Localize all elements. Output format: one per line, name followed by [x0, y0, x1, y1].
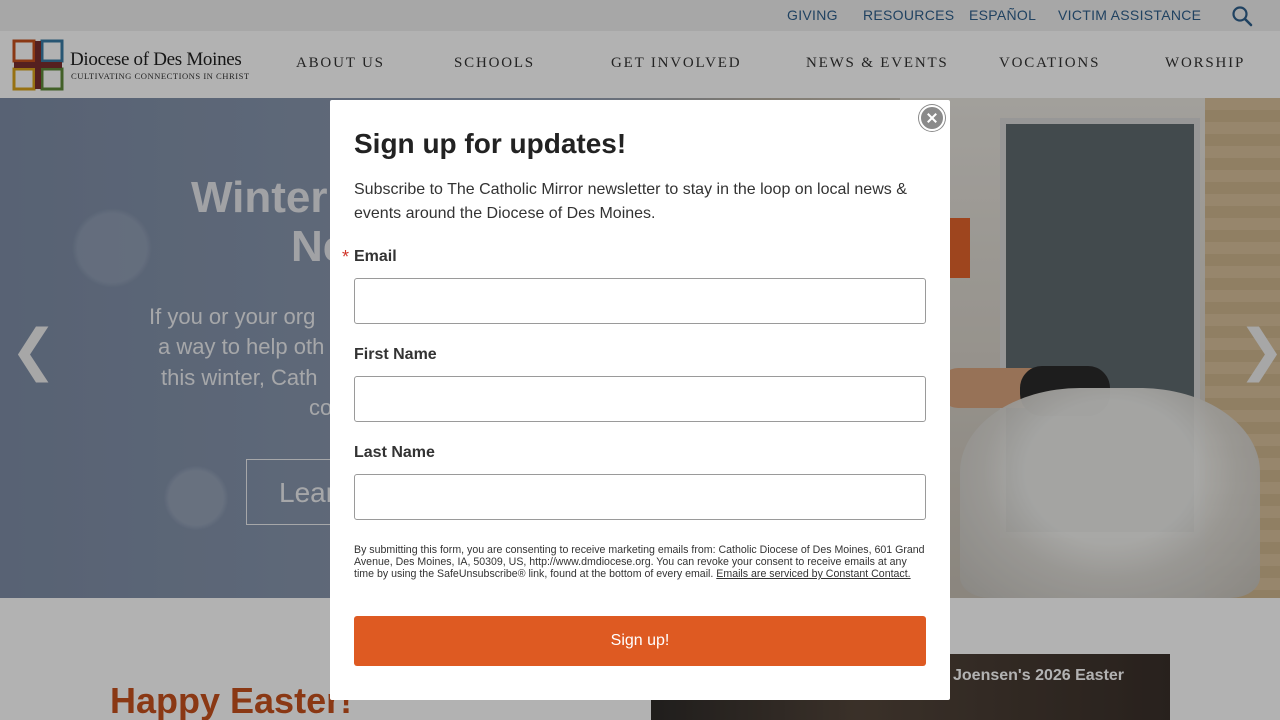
modal-description: Subscribe to The Catholic Mirror newslet…	[354, 181, 907, 222]
email-label: Email	[354, 248, 397, 265]
first-name-field[interactable]	[354, 376, 926, 422]
last-name-label: Last Name	[354, 444, 435, 461]
sign-up-button[interactable]: Sign up!	[354, 616, 926, 666]
close-icon[interactable]	[919, 105, 945, 131]
constant-contact-link[interactable]: Emails are serviced by Constant Contact.	[716, 568, 910, 580]
first-name-label: First Name	[354, 346, 437, 363]
signup-modal: Sign up for updates! Subscribe to The Ca…	[330, 100, 950, 700]
last-name-field[interactable]	[354, 474, 926, 520]
required-marker: *	[342, 247, 350, 267]
email-field[interactable]	[354, 278, 926, 324]
modal-title: Sign up for updates!	[354, 128, 627, 159]
consent-text: By submitting this form, you are consent…	[354, 544, 926, 580]
